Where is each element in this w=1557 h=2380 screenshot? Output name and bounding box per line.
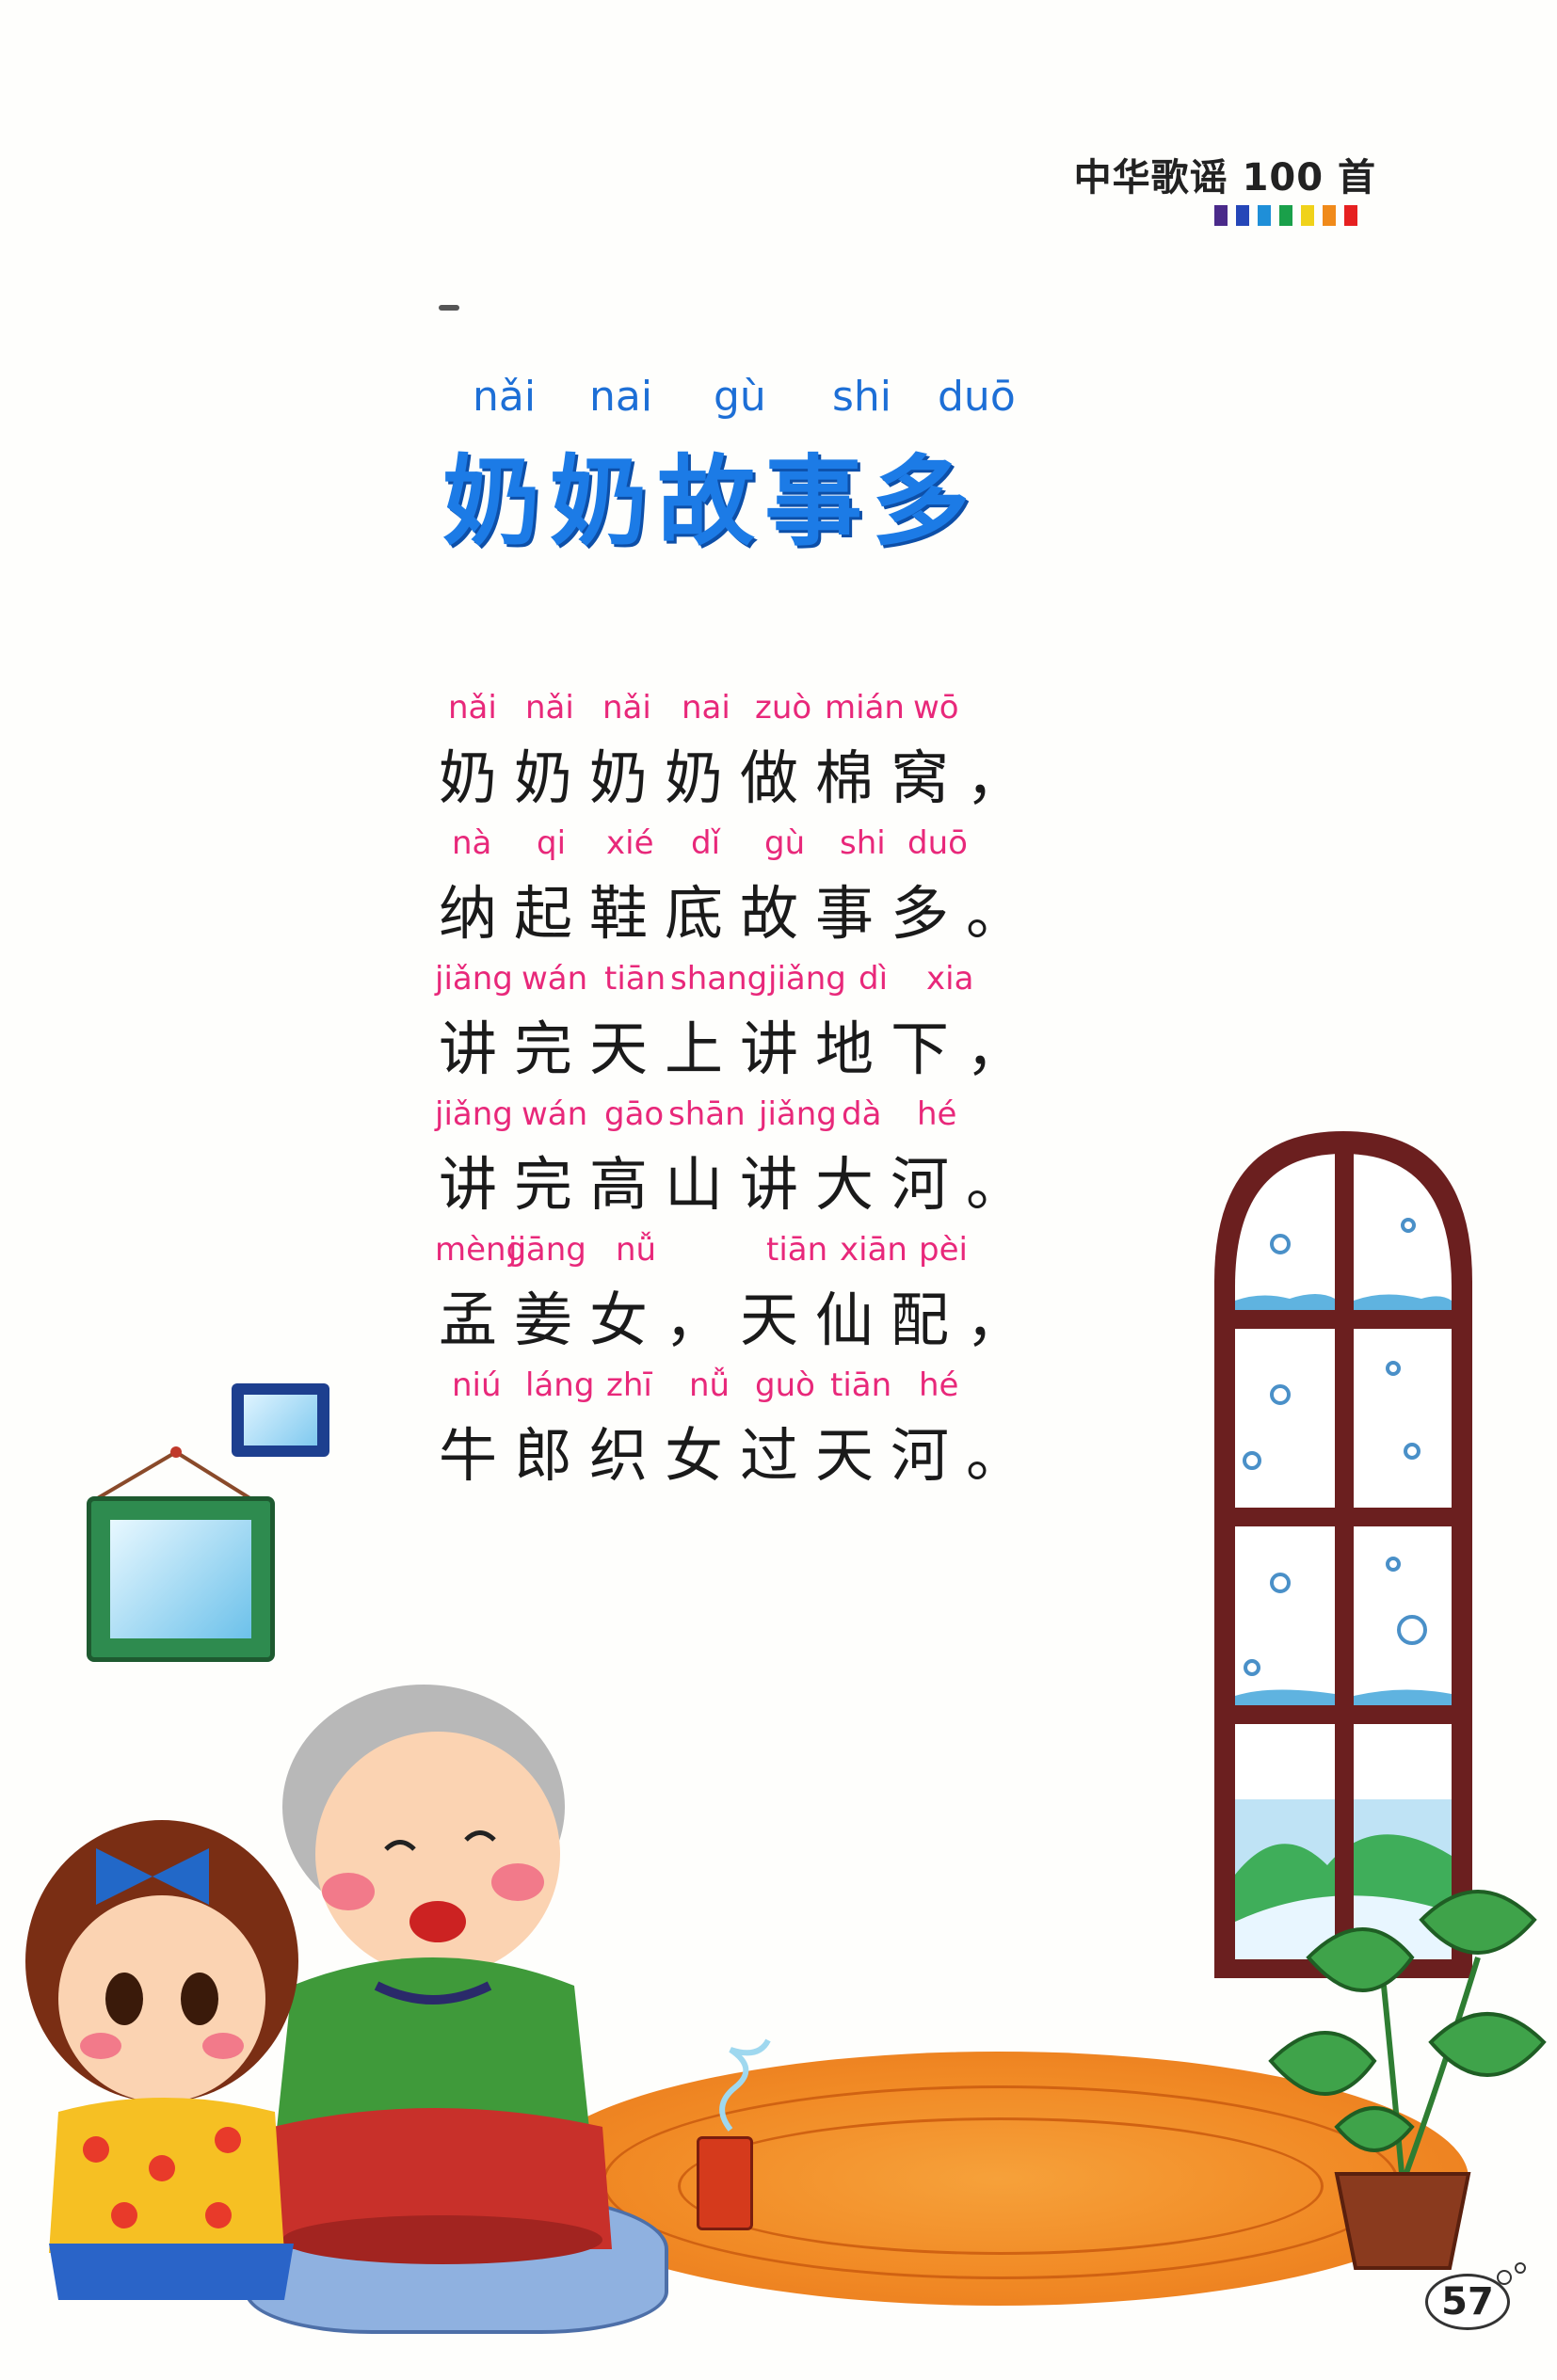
color-swatch [1279, 205, 1292, 226]
color-swatch [1301, 205, 1314, 226]
title-pinyin-syllable: duō [938, 373, 1016, 421]
pinyin-syllable: tiān [766, 1231, 828, 1269]
hanging-wire [94, 1446, 253, 1501]
title-pinyin-syllable: nǎi [473, 373, 537, 421]
poem-line: nǎi nǎi nǎi nai zuò mián wō 奶奶奶奶做棉窝， [435, 689, 1056, 824]
tea-cup [697, 2136, 753, 2230]
pinyin-syllable: xiān [840, 1231, 907, 1269]
pinyin-syllable: xia [926, 960, 974, 998]
line-text: 讲完天上讲地下， [439, 1014, 1042, 1083]
color-swatch [1323, 205, 1336, 226]
pinyin-syllable: shi [840, 824, 886, 862]
pinyin-syllable: dǐ [691, 824, 721, 862]
pinyin-syllable: qi [537, 824, 567, 862]
pinyin-syllable: shang [670, 960, 768, 998]
color-swatch [1344, 205, 1357, 226]
pinyin-syllable: jiǎng [435, 1095, 513, 1133]
pinyin-syllable: hé [919, 1366, 959, 1404]
line-pinyin: niú láng zhī nǚ guò tiān hé [435, 1366, 1056, 1408]
poem-line: mèng jiāng nǚ tiān xiān pèi 孟姜女，天仙配， [435, 1231, 1056, 1366]
line-pinyin: nà qi xié dǐ gù shi duō [435, 824, 1056, 866]
pinyin-syllable: wán [522, 1095, 588, 1133]
pinyin-syllable: nà [452, 824, 492, 862]
pinyin-syllable: nǎi [602, 689, 651, 727]
pinyin-syllable: nǎi [448, 689, 497, 727]
steam [719, 2038, 771, 2132]
line-text: 讲完高山讲大河。 [439, 1150, 1042, 1219]
pinyin-syllable: gāo [604, 1095, 665, 1133]
pinyin-syllable: jiǎng [768, 960, 846, 998]
pinyin-syllable: niú [452, 1366, 502, 1404]
poem-line: jiǎng wán tiān shang jiǎng dì xia 讲完天上讲地… [435, 960, 1056, 1095]
ink-speck [439, 305, 459, 311]
pinyin-syllable: shān [668, 1095, 746, 1133]
pinyin-syllable: láng [525, 1366, 595, 1404]
pinyin-syllable: wō [913, 689, 959, 727]
title-pinyin: nǎi nai gù shi duō [467, 373, 1032, 425]
pinyin-syllable: hé [917, 1095, 957, 1133]
pinyin-syllable: zuò [755, 689, 812, 727]
poem-line: jiǎng wán gāo shān jiǎng dà hé 讲完高山讲大河。 [435, 1095, 1056, 1231]
pinyin-syllable: wán [522, 960, 588, 998]
color-swatch [1236, 205, 1249, 226]
title-pinyin-syllable: nai [589, 373, 653, 421]
title-pinyin-syllable: gù [714, 373, 766, 421]
line-text: 纳起鞋底故事多。 [439, 879, 1042, 948]
pinyin-syllable: dà [842, 1095, 882, 1133]
color-swatch [1214, 205, 1228, 226]
color-bar [1214, 205, 1357, 226]
pinyin-syllable: dì [859, 960, 889, 998]
line-pinyin: jiǎng wán gāo shān jiǎng dà hé [435, 1095, 1056, 1137]
pinyin-syllable: guò [755, 1366, 815, 1404]
pinyin-syllable: zhī [606, 1366, 652, 1404]
title-pinyin-syllable: shi [832, 373, 892, 421]
line-pinyin: jiǎng wán tiān shang jiǎng dì xia [435, 960, 1056, 1001]
pinyin-syllable: jiǎng [435, 960, 513, 998]
pinyin-syllable: nai [682, 689, 730, 727]
pinyin-syllable: xié [606, 824, 654, 862]
pinyin-syllable: jiāng [508, 1231, 586, 1269]
line-pinyin: mèng jiāng nǚ tiān xiān pèi [435, 1231, 1056, 1272]
pinyin-syllable: duō [907, 824, 968, 862]
line-pinyin: nǎi nǎi nǎi nai zuò mián wō [435, 689, 1056, 730]
bubble-icon [1497, 2262, 1526, 2285]
poem: nǎi nǎi nǎi nai zuò mián wō 奶奶奶奶做棉窝， nà … [435, 689, 1056, 1502]
color-swatch [1258, 205, 1271, 226]
line-text: 孟姜女，天仙配， [439, 1286, 1042, 1354]
potted-plant [1268, 1890, 1547, 2270]
line-text: 奶奶奶奶做棉窝， [439, 743, 1042, 812]
pinyin-syllable: tiān [604, 960, 666, 998]
poem-line: niú láng zhī nǚ guò tiān hé 牛郎织女过天河。 [435, 1366, 1056, 1502]
poem-line: nà qi xié dǐ gù shi duō 纳起鞋底故事多。 [435, 824, 1056, 960]
page-number-badge: 57 [1412, 2259, 1526, 2334]
pinyin-syllable: jiǎng [759, 1095, 837, 1133]
pinyin-syllable: mián [825, 689, 905, 727]
pinyin-syllable: nǚ [616, 1231, 657, 1269]
line-text: 牛郎织女过天河。 [439, 1421, 1042, 1490]
pinyin-syllable: pèi [919, 1231, 968, 1269]
wall-mirror [87, 1496, 275, 1662]
book-page: 中华歌谣 100 首 nǎi nai gù shi duō 奶奶故事多 nǎi … [0, 0, 1557, 2380]
pinyin-syllable: tiān [830, 1366, 892, 1404]
girl-illustration [25, 1820, 298, 2300]
series-title: 中华歌谣 100 首 [1073, 156, 1376, 200]
pinyin-syllable: gù [764, 824, 806, 862]
page-title: 奶奶故事多 [442, 444, 980, 559]
pinyin-syllable: nǚ [689, 1366, 730, 1404]
pinyin-syllable: nǎi [525, 689, 574, 727]
